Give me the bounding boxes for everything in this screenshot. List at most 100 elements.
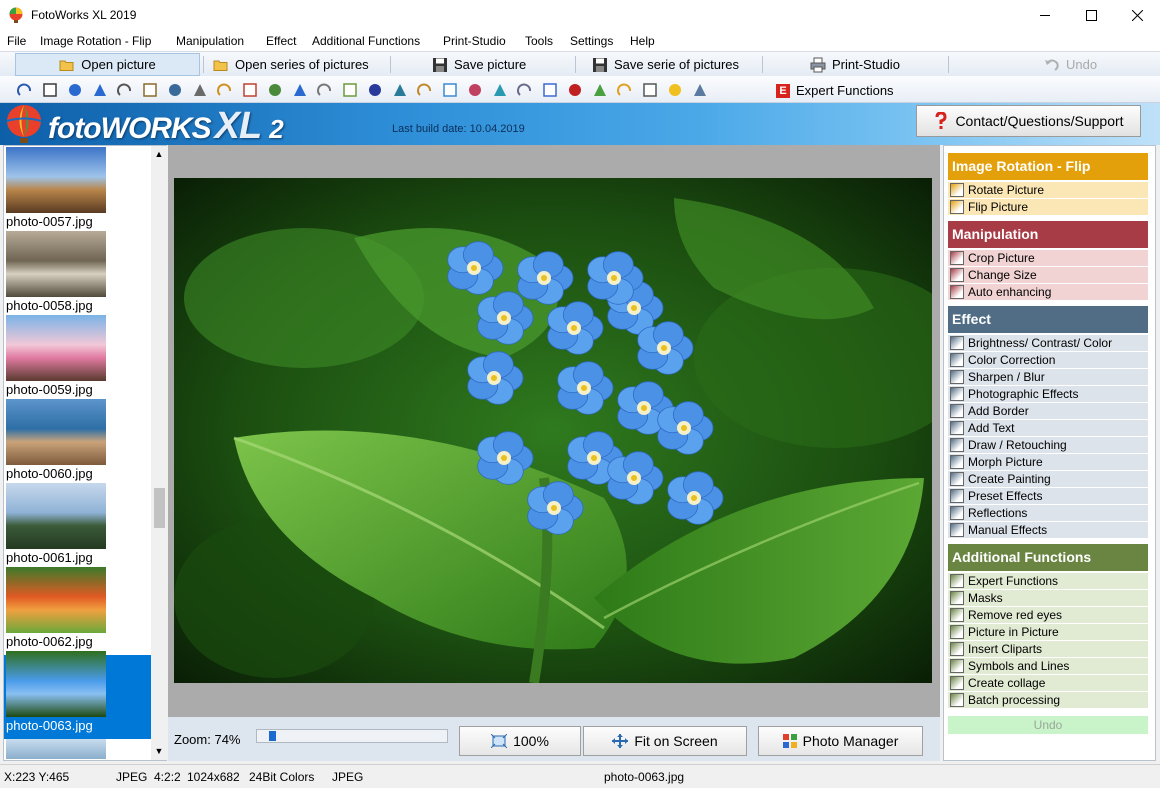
picture-in-picture-icon[interactable] xyxy=(592,82,608,98)
red-eye-icon[interactable] xyxy=(567,82,583,98)
panel-undo-button[interactable]: Undo xyxy=(948,716,1148,734)
rotate-right-icon[interactable] xyxy=(42,82,58,98)
function-item[interactable]: Masks xyxy=(948,590,1148,607)
scissors-icon[interactable] xyxy=(167,82,183,98)
paint-icon[interactable] xyxy=(442,82,458,98)
thumbnail-label[interactable]: photo-0057.jpg xyxy=(6,214,93,229)
save-picture-button[interactable]: Save picture xyxy=(432,53,552,76)
open-picture-button[interactable]: Open picture xyxy=(15,53,200,76)
function-item[interactable]: Crop Picture xyxy=(948,250,1148,267)
function-item[interactable]: Brightness/ Contrast/ Color xyxy=(948,335,1148,352)
function-item[interactable]: Batch processing xyxy=(948,692,1148,709)
reflection-icon[interactable] xyxy=(492,82,508,98)
menu-settings[interactable]: Settings xyxy=(570,34,613,48)
pencil-icon[interactable] xyxy=(217,82,233,98)
thumbnail-label[interactable]: photo-0060.jpg xyxy=(6,466,93,481)
thumbnail-scrollbar[interactable]: ▲ ▼ xyxy=(151,146,167,760)
menu-help[interactable]: Help xyxy=(630,34,655,48)
clipart-icon[interactable] xyxy=(617,82,633,98)
undo-button[interactable]: Undo xyxy=(1044,53,1104,76)
function-item[interactable]: Sharpen / Blur xyxy=(948,369,1148,386)
open-series-button[interactable]: Open series of pictures xyxy=(213,53,383,76)
function-item[interactable]: Create collage xyxy=(948,675,1148,692)
function-item[interactable]: Add Border xyxy=(948,403,1148,420)
thumbnail-label[interactable]: photo-0058.jpg xyxy=(6,298,93,313)
function-item[interactable]: Flip Picture xyxy=(948,199,1148,216)
section-header-2[interactable]: Effect xyxy=(948,306,1148,333)
crop-icon[interactable] xyxy=(142,82,158,98)
thumbnail-label[interactable]: photo-0063.jpg xyxy=(6,718,93,733)
preset-icon[interactable] xyxy=(467,82,483,98)
function-item[interactable]: Morph Picture xyxy=(948,454,1148,471)
function-item[interactable]: Change Size xyxy=(948,267,1148,284)
thumbnail-label[interactable]: photo-0062.jpg xyxy=(6,634,93,649)
batch-icon[interactable] xyxy=(692,82,708,98)
sharpen-icon[interactable] xyxy=(292,82,308,98)
section-header-3[interactable]: Additional Functions xyxy=(948,544,1148,571)
thumbnail-image[interactable] xyxy=(6,651,106,717)
symbol-icon[interactable] xyxy=(642,82,658,98)
menu-file[interactable]: File xyxy=(7,34,26,48)
menu-manipulation[interactable]: Manipulation xyxy=(176,34,244,48)
section-header-1[interactable]: Manipulation xyxy=(948,221,1148,248)
function-item[interactable]: Preset Effects xyxy=(948,488,1148,505)
levels-icon[interactable] xyxy=(242,82,258,98)
contact-support-button[interactable]: Contact/Questions/Support xyxy=(916,105,1141,137)
star-icon[interactable] xyxy=(667,82,683,98)
thumbnail-label[interactable]: photo-0059.jpg xyxy=(6,382,93,397)
menu-print-studio[interactable]: Print-Studio xyxy=(443,34,506,48)
function-item[interactable]: Add Text xyxy=(948,420,1148,437)
image-canvas[interactable] xyxy=(168,145,940,717)
menu-tools[interactable]: Tools xyxy=(525,34,553,48)
save-series-button[interactable]: Save serie of pictures xyxy=(592,53,752,76)
menu-additional-functions[interactable]: Additional Functions xyxy=(312,34,420,48)
border-icon[interactable] xyxy=(342,82,358,98)
flip-icon[interactable] xyxy=(117,82,133,98)
rotate-ccw-icon[interactable] xyxy=(67,82,83,98)
thumbnail-image[interactable] xyxy=(6,483,106,549)
function-item[interactable]: Picture in Picture xyxy=(948,624,1148,641)
thumbnail-image-partial[interactable] xyxy=(6,739,106,759)
manual-icon[interactable] xyxy=(517,82,533,98)
zoom-slider-thumb[interactable] xyxy=(269,731,276,741)
maximize-button[interactable] xyxy=(1068,0,1114,31)
thumbnail-list[interactable]: photo-0057.jpg photo-0058.jpg photo-0059.j… xyxy=(3,145,167,761)
actual-size-button[interactable]: 100% xyxy=(459,726,581,756)
thumbnail-image[interactable] xyxy=(6,231,106,297)
thumbnail-label[interactable]: photo-0061.jpg xyxy=(6,550,93,565)
thumbnail-image[interactable] xyxy=(6,147,106,213)
function-item[interactable]: Create Painting xyxy=(948,471,1148,488)
thumbnail-image[interactable] xyxy=(6,567,106,633)
scrollbar-thumb[interactable] xyxy=(154,488,165,528)
rotate-left-icon[interactable] xyxy=(17,82,33,98)
function-item[interactable]: Insert Cliparts xyxy=(948,641,1148,658)
close-button[interactable] xyxy=(1114,0,1160,31)
function-item[interactable]: Color Correction xyxy=(948,352,1148,369)
thumbnail-image[interactable] xyxy=(6,399,106,465)
resize-icon[interactable] xyxy=(192,82,208,98)
function-item[interactable]: Auto enhancing xyxy=(948,284,1148,301)
function-item[interactable]: Rotate Picture xyxy=(948,182,1148,199)
camera-icon[interactable] xyxy=(317,82,333,98)
text-icon[interactable] xyxy=(367,82,383,98)
draw-icon[interactable] xyxy=(392,82,408,98)
morph-icon[interactable] xyxy=(417,82,433,98)
scroll-up-icon[interactable]: ▲ xyxy=(153,149,165,159)
menu-effect[interactable]: Effect xyxy=(266,34,296,48)
function-item[interactable]: Draw / Retouching xyxy=(948,437,1148,454)
function-item[interactable]: Photographic Effects xyxy=(948,386,1148,403)
function-item[interactable]: Manual Effects xyxy=(948,522,1148,539)
color-icon[interactable] xyxy=(267,82,283,98)
rotate-cw-icon[interactable] xyxy=(92,82,108,98)
minimize-button[interactable] xyxy=(1022,0,1068,31)
zoom-slider[interactable] xyxy=(256,729,448,743)
section-header-0[interactable]: Image Rotation - Flip xyxy=(948,153,1148,180)
thumbnail-image[interactable] xyxy=(6,315,106,381)
function-item[interactable]: Expert Functions xyxy=(948,573,1148,590)
photo-manager-button[interactable]: Photo Manager xyxy=(758,726,923,756)
fit-on-screen-button[interactable]: Fit on Screen xyxy=(583,726,747,756)
function-item[interactable]: Remove red eyes xyxy=(948,607,1148,624)
print-studio-button[interactable]: Print-Studio xyxy=(810,53,910,76)
expert-functions-button[interactable]: E Expert Functions xyxy=(776,79,906,102)
menu-image-rotation[interactable]: Image Rotation - Flip xyxy=(40,34,151,48)
